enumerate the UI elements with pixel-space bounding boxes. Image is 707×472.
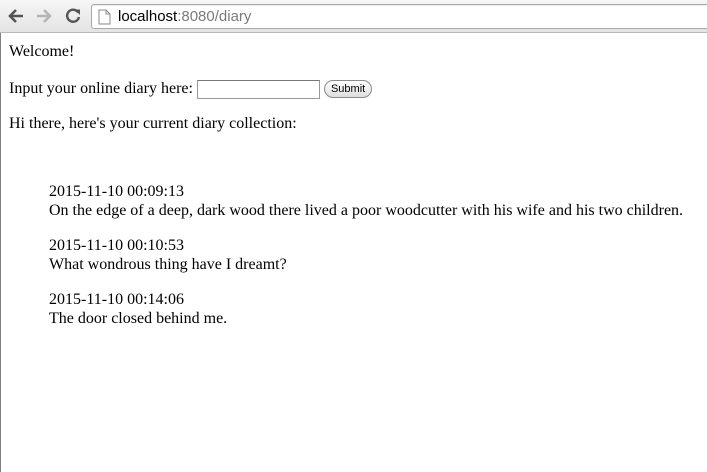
- diary-entry: 2015-11-10 00:09:13 On the edge of a dee…: [49, 182, 683, 220]
- diary-entry: 2015-11-10 00:14:06 The door closed behi…: [49, 290, 683, 328]
- collection-intro: Hi there, here's your current diary coll…: [9, 115, 297, 132]
- back-arrow-icon: [8, 9, 23, 23]
- entry-date: 2015-11-10 00:14:06: [49, 291, 184, 308]
- reload-icon: [65, 8, 81, 23]
- diary-entry: 2015-11-10 00:10:53 What wondrous thing …: [49, 236, 683, 274]
- url-host: localhost: [118, 8, 178, 25]
- entry-text: What wondrous thing have I dreamt?: [49, 256, 287, 273]
- entry-text: The door closed behind me.: [49, 310, 228, 327]
- address-bar[interactable]: localhost:8080/diary: [91, 4, 707, 29]
- url-text[interactable]: localhost:8080/diary: [118, 8, 251, 25]
- entry-date: 2015-11-10 00:09:13: [49, 183, 184, 200]
- forward-button[interactable]: [33, 6, 55, 26]
- forward-arrow-icon: [37, 9, 52, 23]
- back-button[interactable]: [5, 6, 27, 26]
- submit-button[interactable]: Submit: [323, 80, 373, 98]
- page-icon: [98, 9, 111, 25]
- diary-input[interactable]: [196, 79, 320, 99]
- entry-date: 2015-11-10 00:10:53: [49, 237, 184, 254]
- window-edge: [0, 33, 1, 472]
- browser-toolbar: localhost:8080/diary: [0, 0, 707, 33]
- diary-entries: 2015-11-10 00:09:13 On the edge of a dee…: [49, 182, 683, 344]
- url-path: :8080/diary: [177, 8, 252, 25]
- welcome-text: Welcome!: [9, 43, 75, 60]
- diary-input-label: Input your online diary here:: [9, 80, 193, 97]
- entry-text: On the edge of a deep, dark wood there l…: [49, 202, 684, 219]
- diary-form: Input your online diary here: Submit: [9, 78, 373, 100]
- reload-button[interactable]: [62, 6, 84, 26]
